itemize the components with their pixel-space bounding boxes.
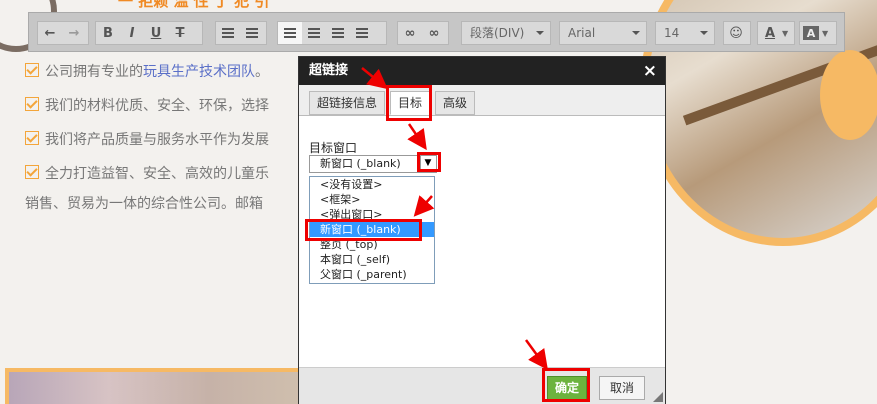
annotation-arrows: [361, 67, 548, 371]
arrow-to-dropdown: [407, 123, 427, 151]
arrow-to-target-tab: [361, 67, 388, 90]
arrow-to-ok: [524, 339, 548, 371]
arrow-to-option: [413, 195, 435, 217]
